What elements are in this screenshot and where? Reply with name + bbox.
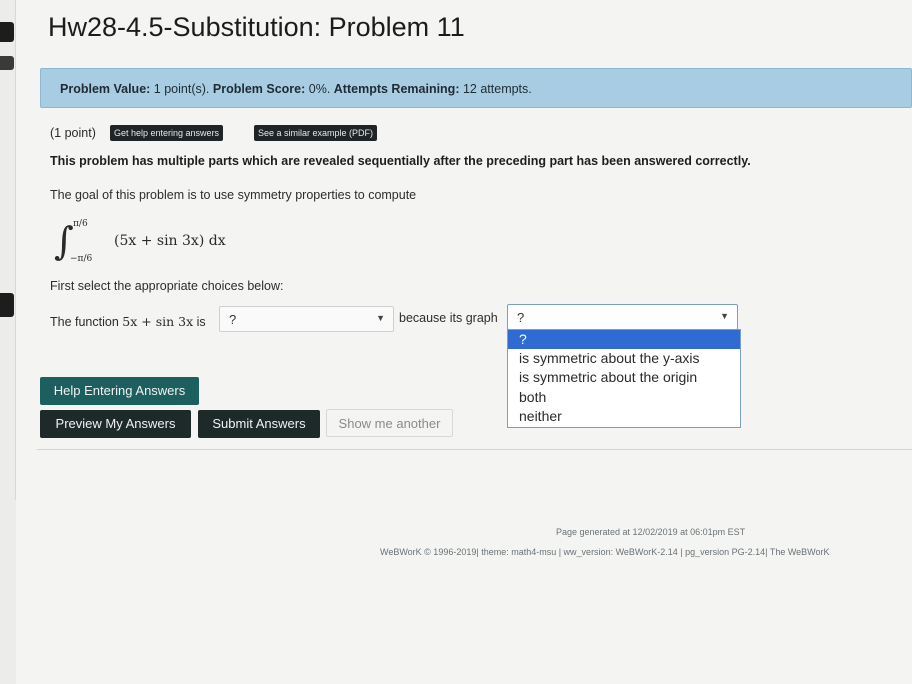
similar-example-link[interactable]: See a similar example (PDF): [254, 125, 378, 141]
option-symmetric-y-axis[interactable]: is symmetric about the y-axis: [508, 349, 740, 368]
instruction-text: First select the appropriate choices bel…: [50, 279, 284, 293]
content-border: [15, 0, 16, 500]
preview-answers-button[interactable]: Preview My Answers: [40, 410, 191, 438]
problem-value-label: Problem Value:: [60, 82, 151, 96]
left-tab-marker-top: [0, 22, 14, 42]
footer-credits: WeBWorK © 1996-2019| theme: math4-msu | …: [380, 547, 830, 557]
problem-value: 1 point(s).: [153, 82, 210, 96]
left-tab-marker-mid: [0, 56, 14, 70]
symmetry-value: ?: [517, 310, 525, 325]
intro-text: This problem has multiple parts which ar…: [50, 154, 751, 168]
show-another-button[interactable]: Show me another: [326, 409, 453, 437]
because-text: because its graph: [399, 311, 498, 325]
help-entering-link[interactable]: Get help entering answers: [110, 125, 224, 141]
function-expression: 5x + sin 3x: [122, 314, 194, 329]
problem-score-label: Problem Score:: [212, 82, 306, 96]
function-type-select[interactable]: ? ▼: [219, 306, 394, 332]
option-symmetric-origin[interactable]: is symmetric about the origin: [508, 368, 740, 387]
attempts-remaining-label: Attempts Remaining:: [333, 82, 460, 96]
help-entering-answers-button[interactable]: Help Entering Answers: [40, 377, 199, 405]
symmetry-select[interactable]: ? ▼: [507, 304, 738, 330]
problem-info-box: Problem Value: 1 point(s). Problem Score…: [40, 68, 912, 108]
option-both[interactable]: both: [508, 388, 740, 407]
footer-divider: [37, 449, 912, 450]
problem-points: (1 point): [50, 126, 96, 140]
option-neither[interactable]: neither: [508, 407, 740, 426]
page-generated-text: Page generated at 12/02/2019 at 06:01pm …: [556, 527, 746, 537]
chevron-down-icon: ▼: [376, 313, 385, 323]
integral-upper-limit: π/6: [73, 219, 88, 229]
question-is: is: [196, 315, 206, 329]
integral-lower-limit: −π/6: [70, 254, 93, 264]
function-type-value: ?: [229, 312, 237, 327]
submit-answers-button[interactable]: Submit Answers: [198, 410, 320, 438]
chevron-down-icon: ▼: [720, 311, 729, 321]
option-unselected[interactable]: ?: [508, 330, 740, 349]
symmetry-dropdown-list: ? is symmetric about the y-axis is symme…: [507, 329, 741, 428]
page-title: Hw28-4.5-Substitution: Problem 11: [48, 12, 465, 42]
problem-score: 0%.: [308, 82, 331, 96]
attempts-remaining: 12 attempts.: [462, 82, 532, 96]
question-line: The function 5x + sin 3x is: [50, 314, 206, 329]
left-margin: [0, 0, 16, 684]
goal-text: The goal of this problem is to use symme…: [50, 188, 417, 202]
left-tab-marker-bottom: [0, 293, 14, 317]
integral-expression: (5x + sin 3x) dx: [114, 233, 226, 249]
question-prefix: The function: [50, 315, 119, 329]
